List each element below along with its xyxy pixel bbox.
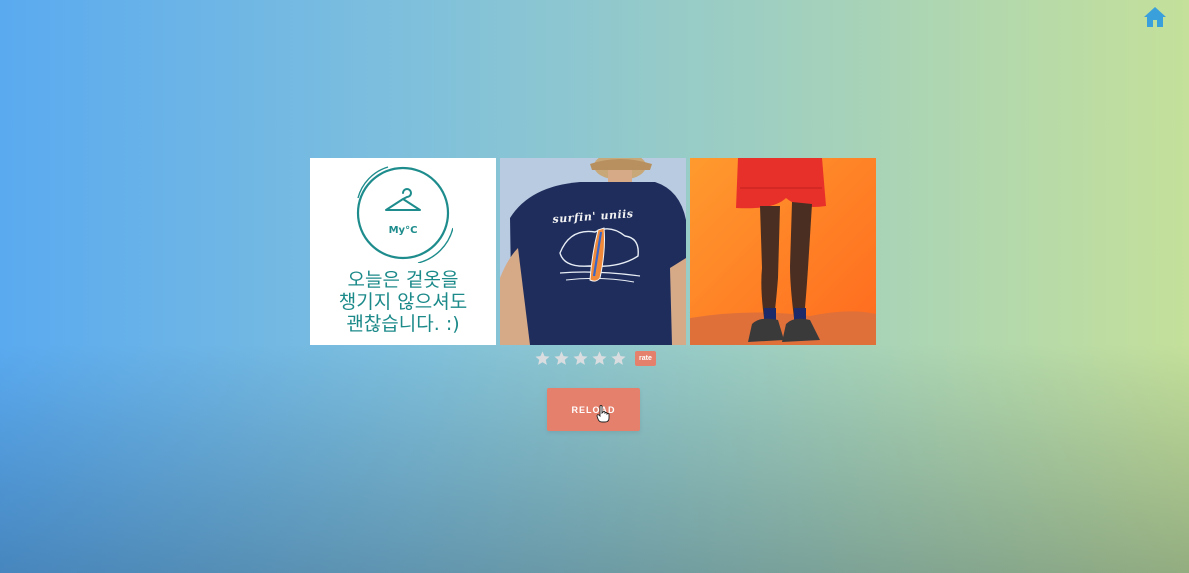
message-line-2: 챙기지 않으셔도 (338, 291, 468, 313)
weather-message: 오늘은 겉옷을 챙기지 않으셔도 괜찮습니다. :) (318, 269, 488, 335)
reload-button[interactable]: RELOAD (547, 388, 640, 431)
outfit-photo-top: surfin' uniis (500, 158, 686, 345)
rate-button[interactable]: rate (635, 351, 656, 366)
brand-name: My°C (388, 225, 418, 236)
star-icon[interactable] (534, 350, 551, 367)
star-icon[interactable] (572, 350, 589, 367)
home-icon (1144, 7, 1166, 27)
star-icon[interactable] (610, 350, 627, 367)
message-line-1: 오늘은 겉옷을 (347, 269, 459, 291)
message-line-3: 괜찮습니다. :) (346, 313, 460, 335)
rating-widget: rate (534, 350, 656, 367)
outfit-photo-bottom (690, 158, 876, 345)
brand-logo: My°C (353, 163, 453, 263)
weather-message-card: My°C 오늘은 겉옷을 챙기지 않으셔도 괜찮습니다. :) (310, 158, 496, 345)
home-button[interactable] (1143, 6, 1167, 28)
star-icon[interactable] (553, 350, 570, 367)
outfit-gallery: My°C 오늘은 겉옷을 챙기지 않으셔도 괜찮습니다. :) surfin' … (310, 158, 878, 345)
star-icon[interactable] (591, 350, 608, 367)
hanger-icon (385, 188, 421, 211)
